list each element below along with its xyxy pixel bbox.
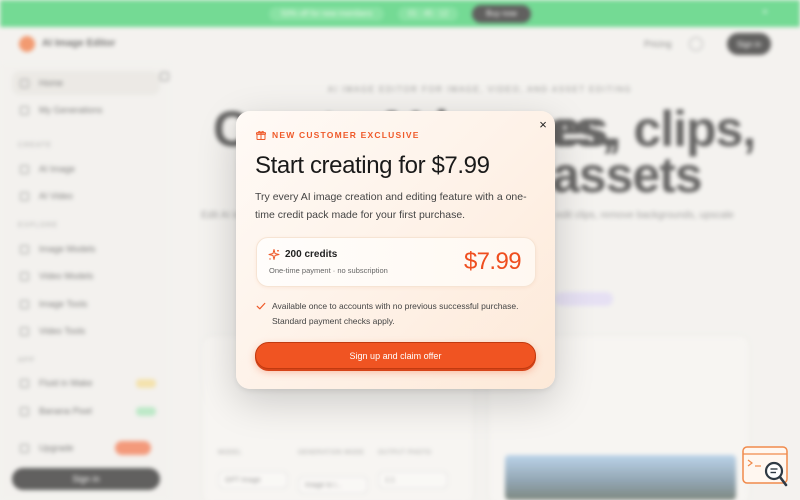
- sparkle-icon: [268, 249, 280, 260]
- modal-eyebrow-text: NEW CUSTOMER EXCLUSIVE: [272, 130, 420, 140]
- check-icon: [256, 302, 266, 310]
- chat-search-icon[interactable]: [741, 445, 791, 490]
- offer-price: $7.99: [463, 248, 522, 275]
- close-icon[interactable]: ×: [536, 118, 550, 132]
- offer-notice-text: Available once to accounts with no previ…: [272, 301, 519, 326]
- offer-modal: × NEW CUSTOMER EXCLUSIVE Start creating …: [236, 111, 555, 389]
- offer-credits: 200 credits: [285, 249, 338, 260]
- offer-card: 200 credits One-time payment · no subscr…: [256, 237, 536, 287]
- modal-title: Start creating for $7.99: [255, 152, 490, 179]
- offer-notice: Available once to accounts with no previ…: [256, 299, 542, 329]
- claim-offer-button[interactable]: Sign up and claim offer: [255, 342, 536, 369]
- offer-credits-subtext: One-time payment · no subscription: [269, 266, 388, 275]
- modal-description: Try every AI image creation and editing …: [255, 191, 527, 221]
- gift-icon: [256, 130, 266, 140]
- modal-eyebrow: NEW CUSTOMER EXCLUSIVE: [256, 130, 420, 140]
